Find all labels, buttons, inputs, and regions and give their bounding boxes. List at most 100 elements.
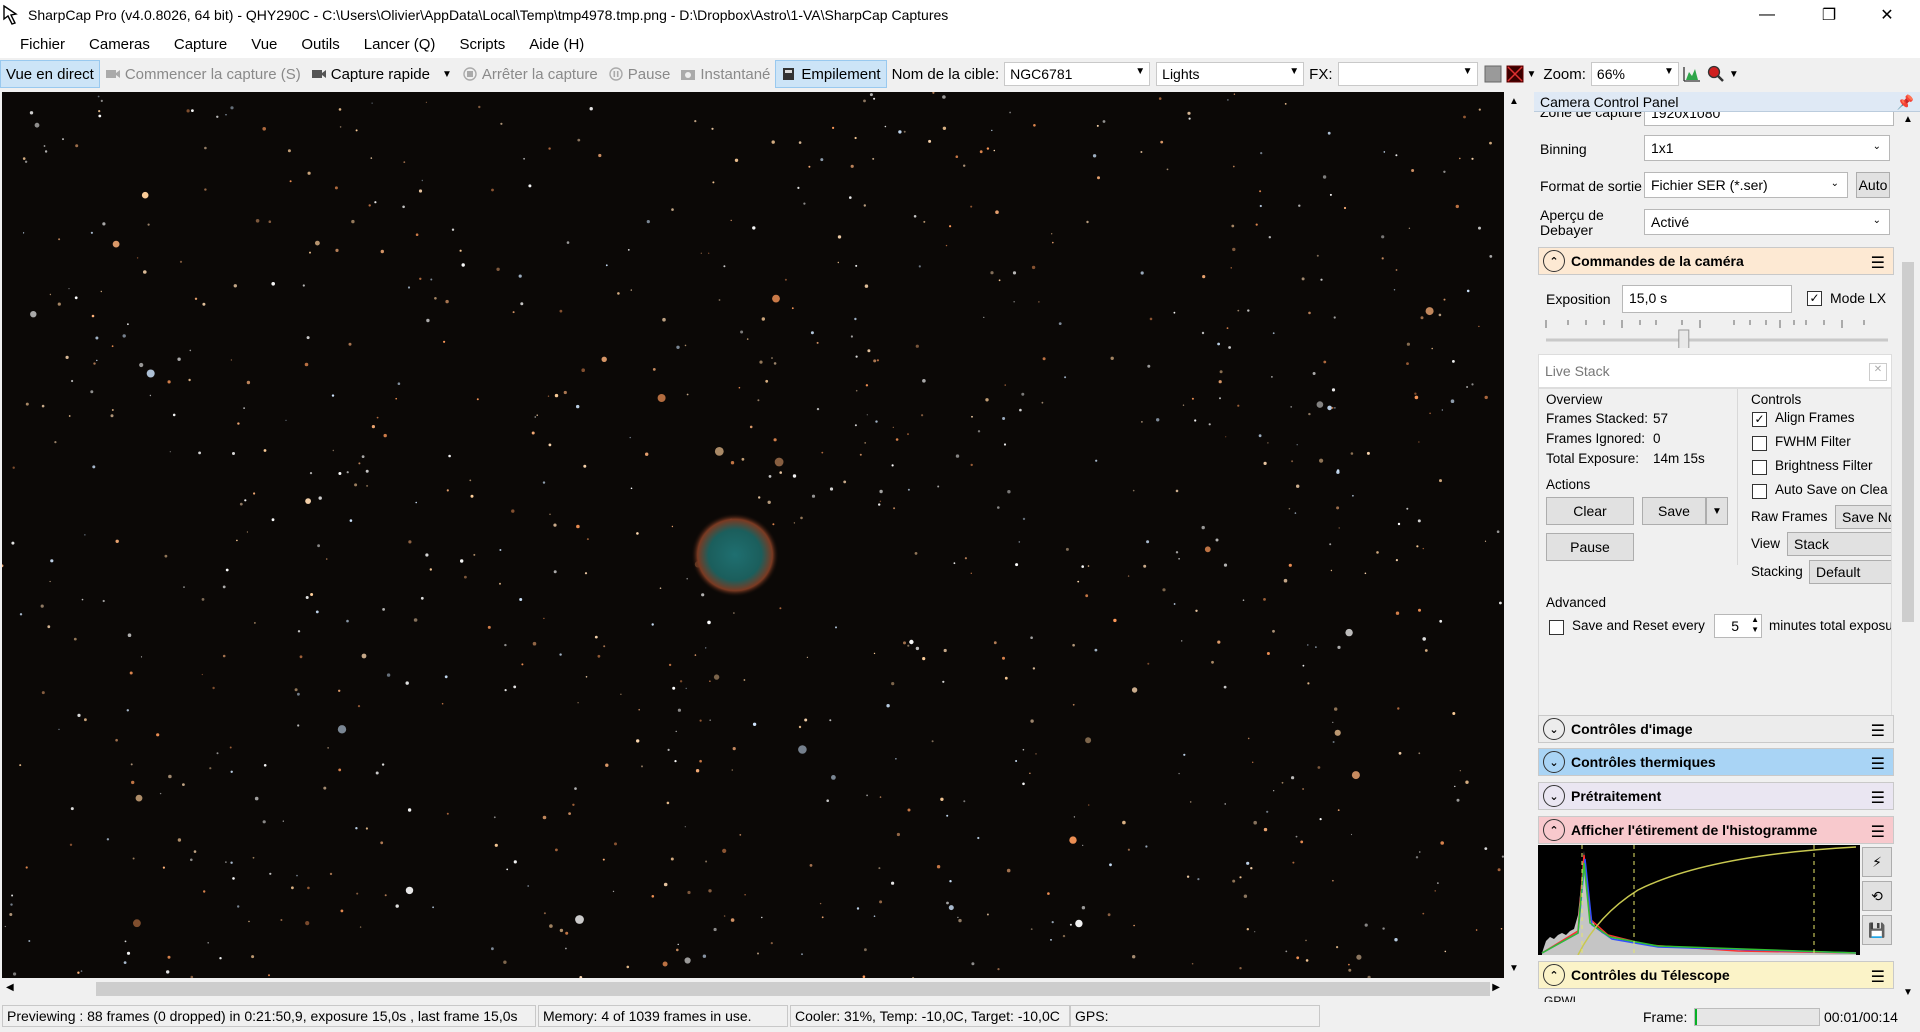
menu-cameras[interactable]: Cameras	[77, 36, 162, 53]
frame-type-combo[interactable]: Lights ▼	[1156, 62, 1305, 86]
stepper-arrows-icon[interactable]: ▲ ▼	[1751, 615, 1759, 635]
start-capture-button[interactable]: Commencer la capture (S)	[100, 60, 306, 88]
fx-combo[interactable]: ▼	[1337, 62, 1478, 86]
zoom-tool-button[interactable]: ▼	[1705, 60, 1741, 88]
hamburger-menu-icon[interactable]: ☰	[1871, 822, 1885, 842]
zoom-tool-dropdown-icon[interactable]: ▼	[1729, 69, 1739, 80]
star	[269, 872, 272, 875]
close-button[interactable]: ✕	[1858, 0, 1916, 30]
save-reset-stepper[interactable]: 5 ▲ ▼	[1714, 614, 1762, 638]
snapshot-button[interactable]: Instantané	[675, 60, 775, 88]
zoom-combo[interactable]: 66% ▼	[1590, 62, 1679, 86]
sharpcap-app-icon[interactable]	[2, 4, 24, 26]
close-icon[interactable]: ✕	[1869, 363, 1887, 381]
preprocessing-section-header[interactable]: ⌄ Prétraitement ☰	[1538, 782, 1894, 810]
thermal-controls-section-header[interactable]: ⌄ Contrôles thermiques ☰	[1538, 748, 1894, 776]
chevron-up-icon[interactable]: ⌃	[1543, 250, 1565, 272]
auto-save-checkbox[interactable]	[1752, 484, 1767, 499]
star	[1439, 479, 1442, 483]
chevron-down-icon[interactable]: ⌄	[1543, 785, 1565, 807]
live-view-button[interactable]: Vue en direct	[0, 60, 100, 88]
save-stretch-button[interactable]: 💾	[1862, 915, 1892, 945]
minimize-button[interactable]: —	[1738, 0, 1796, 30]
scroll-down-icon[interactable]: ▼	[1903, 987, 1913, 998]
restore-button[interactable]: ❐	[1800, 0, 1858, 30]
hamburger-menu-icon[interactable]: ☰	[1871, 967, 1885, 987]
chevron-down-icon[interactable]: ⌄	[1543, 751, 1565, 773]
debayer-combo[interactable]: Activé ⌄	[1644, 209, 1890, 235]
output-format-combo[interactable]: Fichier SER (*.ser) ⌄	[1644, 172, 1848, 198]
star	[685, 687, 687, 690]
hamburger-menu-icon[interactable]: ☰	[1871, 788, 1885, 808]
menu-vue[interactable]: Vue	[239, 36, 289, 53]
exposure-slider[interactable]	[1544, 316, 1890, 348]
chevron-up-icon[interactable]: ⌃	[1543, 964, 1565, 986]
star	[895, 438, 899, 441]
menu-outils[interactable]: Outils	[289, 36, 351, 53]
live-image-viewport[interactable]	[2, 92, 1504, 978]
pause-button[interactable]: Pause	[603, 60, 676, 88]
save-button[interactable]: Save	[1642, 497, 1706, 525]
scroll-up-icon[interactable]: ▲	[1509, 96, 1519, 107]
auto-stretch-button[interactable]: ⚡	[1862, 847, 1892, 877]
chevron-up-icon[interactable]: ⌃	[1543, 819, 1565, 841]
hamburger-menu-icon[interactable]: ☰	[1871, 253, 1885, 273]
capture-area-combo[interactable]: 1920x1080	[1644, 112, 1894, 126]
scroll-right-icon[interactable]: ▶	[1492, 982, 1500, 993]
brightness-filter-checkbox[interactable]	[1752, 460, 1767, 475]
scroll-left-icon[interactable]: ◀	[6, 982, 14, 993]
save-reset-checkbox[interactable]	[1549, 620, 1564, 635]
pin-icon[interactable]: 📌	[1897, 92, 1914, 112]
horizontal-scroll-thumb[interactable]	[96, 982, 1490, 996]
hamburger-menu-icon[interactable]: ☰	[1871, 721, 1885, 741]
star	[1298, 204, 1301, 207]
star	[1097, 176, 1100, 180]
image-controls-section-header[interactable]: ⌄ Contrôles d'image ☰	[1538, 715, 1894, 743]
grey-square-button[interactable]	[1482, 60, 1504, 88]
view-combo[interactable]: Stack	[1787, 532, 1891, 556]
pause-stack-button[interactable]: Pause	[1546, 533, 1634, 561]
stacking-combo[interactable]: Default	[1809, 560, 1891, 584]
star	[1459, 157, 1461, 160]
star	[49, 293, 52, 296]
histogram-display[interactable]	[1538, 845, 1860, 956]
panel-scroll-thumb[interactable]	[1902, 262, 1914, 622]
histogram-button[interactable]	[1679, 60, 1705, 88]
fwhm-filter-checkbox[interactable]	[1752, 436, 1767, 451]
panel-scrollbar[interactable]: ▲ ▼	[1898, 112, 1918, 1002]
red-overlay-button[interactable]: ▼	[1504, 60, 1539, 88]
save-dropdown-button[interactable]: ▼	[1706, 497, 1728, 525]
binning-combo[interactable]: 1x1 ⌄	[1644, 135, 1890, 161]
scroll-down-icon[interactable]: ▼	[1509, 963, 1519, 974]
lx-mode-checkbox[interactable]: ✓	[1807, 291, 1822, 306]
stacking-button[interactable]: Empilement	[775, 60, 887, 88]
star	[1466, 386, 1469, 388]
star	[723, 915, 726, 917]
overlay-dropdown-icon[interactable]: ▼	[1527, 69, 1537, 80]
quick-capture-dropdown-icon[interactable]: ▼	[442, 69, 452, 80]
save-none-button[interactable]: Save No	[1835, 505, 1891, 529]
star	[193, 850, 197, 853]
histogram-section-header[interactable]: ⌃ Afficher l'étirement de l'histogramme …	[1538, 816, 1894, 844]
target-name-combo[interactable]: NGC6781 ▼	[1004, 62, 1151, 86]
star	[922, 379, 926, 383]
slider-thumb[interactable]	[1678, 329, 1690, 348]
quick-capture-button[interactable]: Capture rapide ▼	[306, 60, 457, 88]
menu-lancer[interactable]: Lancer (Q)	[352, 36, 448, 53]
reset-stretch-button[interactable]: ⟲	[1862, 881, 1892, 911]
clear-button[interactable]: Clear	[1546, 497, 1634, 525]
menu-scripts[interactable]: Scripts	[447, 36, 517, 53]
stop-capture-button[interactable]: Arrêter la capture	[457, 60, 603, 88]
menu-fichier[interactable]: Fichier	[8, 36, 77, 53]
menu-aide[interactable]: Aide (H)	[517, 36, 596, 53]
hamburger-menu-icon[interactable]: ☰	[1871, 754, 1885, 774]
chevron-down-icon[interactable]: ⌄	[1543, 718, 1565, 740]
scroll-up-icon[interactable]: ▲	[1903, 114, 1913, 125]
exposure-input[interactable]: 15,0 s	[1622, 285, 1792, 313]
camera-controls-section-header[interactable]: ⌃ Commandes de la caméra ☰	[1538, 247, 1894, 275]
menu-capture[interactable]: Capture	[162, 36, 239, 53]
auto-button[interactable]: Auto	[1856, 172, 1890, 198]
align-frames-checkbox[interactable]: ✓	[1752, 412, 1767, 427]
vertical-scrollbar[interactable]: ▲ ▼	[1504, 92, 1524, 978]
telescope-section-header[interactable]: ⌃ Contrôles du Télescope ☰	[1538, 961, 1894, 989]
